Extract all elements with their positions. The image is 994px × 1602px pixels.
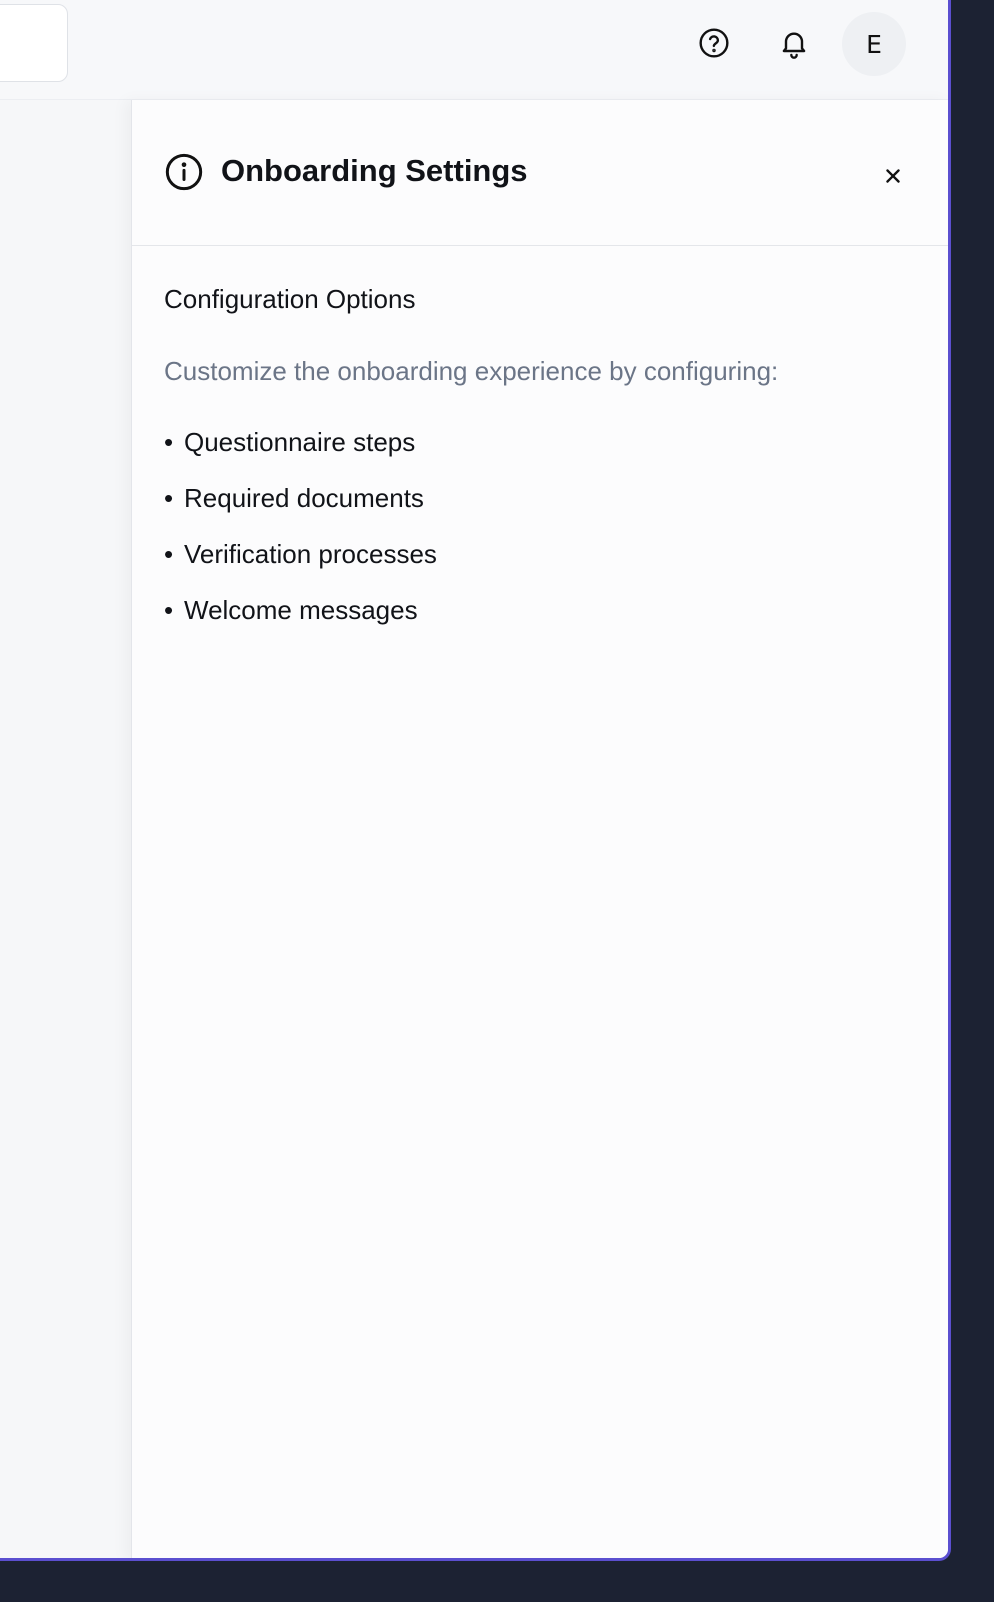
avatar[interactable]: E (842, 12, 906, 76)
bullet: • (164, 539, 174, 569)
avatar-initial: E (866, 29, 882, 59)
panel-title: Onboarding Settings (221, 153, 528, 188)
bullet: • (164, 483, 174, 513)
option-label: Required documents (184, 483, 424, 513)
section-description: Customize the onboarding experience by c… (164, 356, 779, 386)
list-item: • Required documents (164, 481, 437, 537)
option-label: Questionnaire steps (184, 427, 416, 457)
configuration-option-list: • Questionnaire steps • Required documents… (164, 425, 437, 649)
bullet: • (164, 427, 174, 457)
close-icon (882, 165, 904, 190)
app-window: E Onboarding Settings Configuration Opti… (0, 0, 951, 1561)
option-label: Verification processes (184, 539, 437, 569)
bell-icon[interactable] (772, 21, 816, 65)
close-button[interactable] (876, 160, 910, 194)
section-title: Configuration Options (164, 284, 416, 314)
list-item: • Questionnaire steps (164, 425, 437, 481)
help-circle-icon[interactable] (692, 21, 736, 65)
search-input[interactable] (0, 4, 68, 82)
list-item: • Welcome messages (164, 593, 437, 649)
onboarding-settings-panel: Onboarding Settings (131, 100, 948, 1558)
list-item: • Verification processes (164, 537, 437, 593)
top-bar: E (0, 0, 948, 100)
option-label: Welcome messages (184, 595, 418, 625)
bullet: • (164, 595, 174, 625)
panel-header: Onboarding Settings (132, 100, 948, 246)
info-circle-icon (164, 152, 204, 192)
